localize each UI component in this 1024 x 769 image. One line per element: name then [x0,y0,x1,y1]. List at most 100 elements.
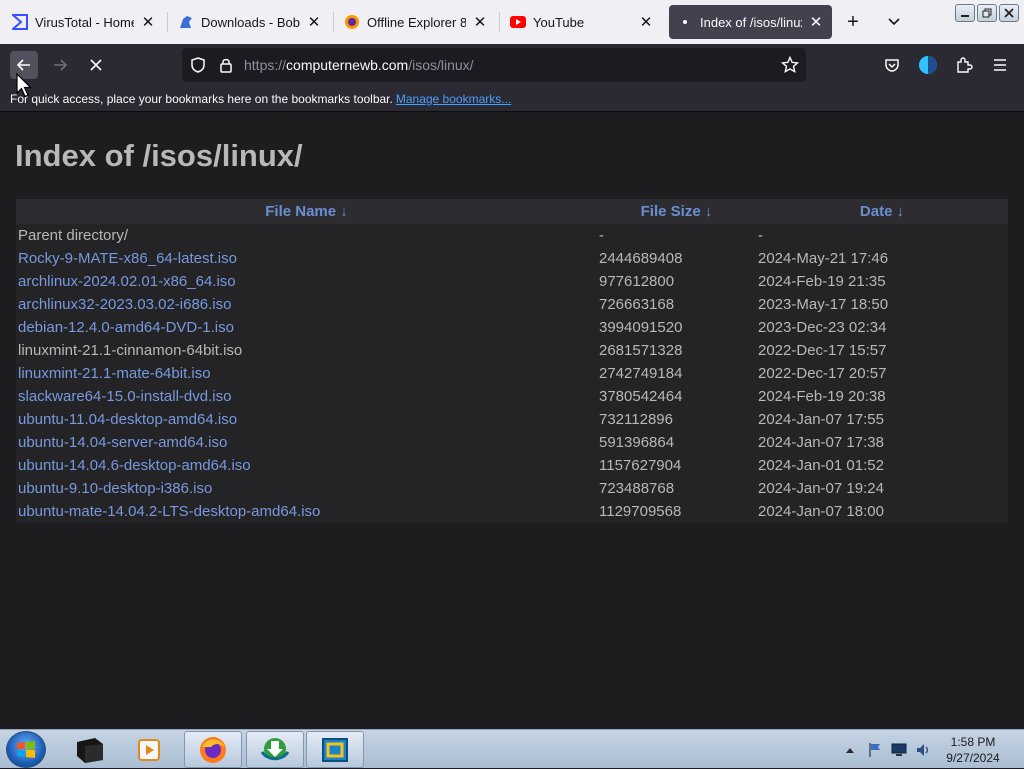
close-icon[interactable]: ✕ [638,14,654,31]
tray-network[interactable] [889,730,909,769]
file-size-cell: 723488768 [599,480,675,497]
taskbar-media-player[interactable] [120,731,178,768]
restore-button[interactable] [977,4,997,22]
close-icon [1004,8,1014,18]
tray-action-center[interactable] [865,730,885,769]
file-link[interactable]: ubuntu-mate-14.04.2-LTS-desktop-amd64.is… [18,503,320,520]
file-size-header[interactable]: File Size ↓ [597,199,756,224]
file-link[interactable]: debian-12.4.0-amd64-DVD-1.iso [18,319,234,336]
date-cell: 2024-Jan-01 01:52 [758,457,884,474]
close-icon[interactable]: ✕ [472,14,488,31]
windows-taskbar: 1:58 PM 9/27/2024 [0,729,1024,768]
show-hidden-icons-button[interactable] [843,730,857,769]
list-all-tabs-button[interactable] [880,8,908,36]
file-link[interactable]: Parent directory/ [18,227,128,244]
app-menu-button[interactable] [988,53,1012,77]
url-scheme: https:// [244,57,287,73]
tab-youtube[interactable]: YouTube ✕ [502,5,662,39]
file-name-cell: archlinux32-2023.03.02-i686.iso [16,293,597,316]
windows-logo-icon [17,740,35,758]
date-header[interactable]: Date ↓ [756,199,1008,224]
tab-virustotal[interactable]: VirusTotal - Home ✕ [4,5,164,39]
close-icon[interactable]: ✕ [140,14,156,31]
puzzle-piece-icon [957,57,973,73]
stop-button[interactable] [82,51,110,79]
system-clock[interactable]: 1:58 PM 9/27/2024 [938,734,1008,766]
tab-divider [499,12,500,32]
file-name-cell: ubuntu-14.04-server-amd64.iso [16,431,597,454]
tab-strip: VirusTotal - Home ✕ Downloads - Bob Pony… [0,0,1024,44]
table-row: ubuntu-14.04-server-amd64.iso 591396864 20… [16,431,1008,454]
file-link[interactable]: ubuntu-9.10-desktop-i386.iso [18,480,212,497]
file-name-cell: ubuntu-9.10-desktop-i386.iso [16,477,597,500]
account-avatar-icon [919,56,937,74]
file-name-header[interactable]: File Name ↓ [16,199,597,224]
url-text[interactable]: https://computernewb.com/isos/linux/ [244,57,474,73]
firefox-globe-icon [344,14,360,30]
file-name-cell: linuxmint-21.1-cinnamon-64bit.iso [16,339,597,362]
start-button[interactable] [6,731,46,768]
tab-offline-explorer[interactable]: Offline Explorer 8.6.0 ✕ [336,5,496,39]
close-window-button[interactable] [999,4,1019,22]
tab-title: YouTube [533,14,585,30]
date-cell: 2024-Jan-07 18:00 [758,503,884,520]
file-size-cell: 2742749184 [599,365,683,382]
file-link[interactable]: slackware64-15.0-install-dvd.iso [18,388,231,405]
internet-download-manager-icon [260,737,290,760]
file-size-cell: 1129709568 [599,503,682,520]
file-name-cell: Parent directory/ [16,224,597,247]
date-cell: 2022-Dec-17 20:57 [758,365,887,382]
pocket-button[interactable] [880,53,904,77]
manage-bookmarks-link[interactable]: Manage bookmarks... [396,92,511,106]
date-cell: 2022-Dec-17 15:57 [758,342,887,359]
table-row: Parent directory/ - - [16,224,1008,247]
file-size-cell: 732112896 [599,411,673,428]
action-center-flag-icon [869,742,880,757]
navigation-toolbar: https://computernewb.com/isos/linux/ [0,44,1024,86]
clock-time: 1:58 PM [950,735,996,749]
file-listing-table: File Name ↓ File Size ↓ Date ↓ Parent di… [16,199,1008,523]
tab-downloads-bob-pony[interactable]: Downloads - Bob Pony ✕ [170,5,330,39]
date-cell: 2024-Jan-07 19:24 [758,480,884,497]
account-button[interactable] [916,53,940,77]
file-name-cell: Rocky-9-MATE-x86_64-latest.iso [16,247,597,270]
close-icon[interactable]: ✕ [306,14,322,31]
tab-title: Offline Explorer 8.6.0 [367,14,466,30]
date-cell: 2024-Jan-07 17:38 [758,434,884,451]
url-bar[interactable]: https://computernewb.com/isos/linux/ [182,48,806,82]
taskbar-terminal[interactable] [60,731,118,768]
tray-volume[interactable] [913,730,933,769]
file-size-cell: 3780542464 [599,388,683,405]
file-link[interactable]: ubuntu-11.04-desktop-amd64.iso [18,411,237,428]
extensions-button[interactable] [952,53,976,77]
minimize-button[interactable] [955,4,975,22]
file-link[interactable]: archlinux32-2023.03.02-i686.iso [18,296,231,313]
file-size-cell: 591396864 [599,434,675,451]
taskbar-firefox[interactable] [184,731,242,768]
tab-index-isos-linux[interactable]: Index of /isos/linux/ ✕ [669,5,832,39]
forward-button[interactable] [46,51,74,79]
file-link[interactable]: Rocky-9-MATE-x86_64-latest.iso [18,250,237,267]
lock-icon[interactable] [216,55,236,75]
file-name-cell: archlinux-2024.02.01-x86_64.iso [16,270,597,293]
file-link[interactable]: linuxmint-21.1-mate-64bit.iso [18,365,211,382]
date-cell: 2024-Feb-19 20:38 [758,388,886,405]
taskbar-internet-download-manager[interactable] [246,731,304,768]
date-cell: - [758,227,763,244]
minimize-icon [961,15,969,17]
file-size-cell: 726663168 [599,296,675,313]
speaker-icon [917,743,929,756]
close-icon[interactable]: ✕ [808,14,824,31]
bookmark-star-icon[interactable] [780,55,800,75]
taskbar-virtualbox[interactable] [306,731,364,768]
file-link[interactable]: ubuntu-14.04-server-amd64.iso [18,434,227,451]
table-row: linuxmint-21.1-mate-64bit.iso 2742749184 2… [16,362,1008,385]
new-tab-button[interactable]: + [839,8,867,36]
date-cell: 2023-Dec-23 02:34 [758,319,887,336]
file-link[interactable]: ubuntu-14.04.6-desktop-amd64.iso [18,457,251,474]
tracking-protection-shield-icon[interactable] [188,55,208,75]
table-row: ubuntu-mate-14.04.2-LTS-desktop-amd64.is… [16,500,1008,523]
file-link[interactable]: linuxmint-21.1-cinnamon-64bit.iso [18,342,242,359]
loading-dot-icon [677,14,693,30]
file-link[interactable]: archlinux-2024.02.01-x86_64.iso [18,273,236,290]
